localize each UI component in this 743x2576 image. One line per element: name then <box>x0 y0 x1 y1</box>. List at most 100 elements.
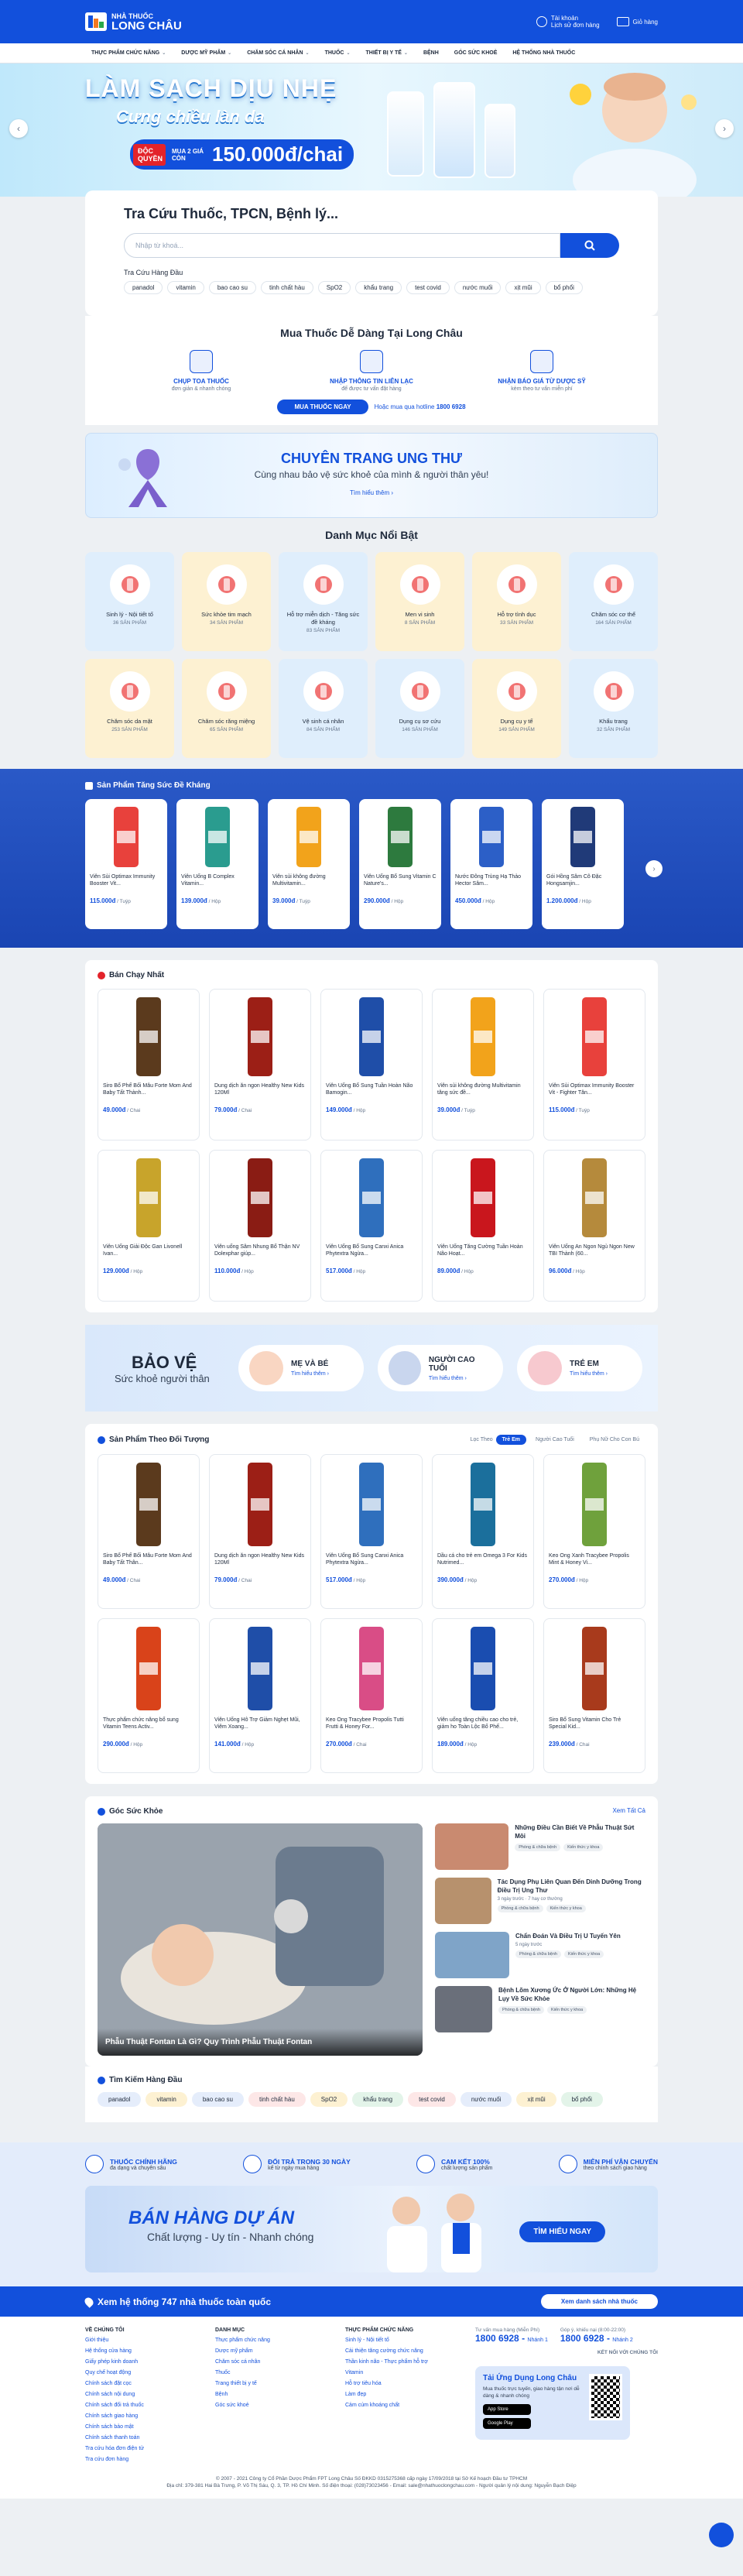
protect-card-link[interactable]: Tìm hiểu thêm › <box>570 1371 608 1377</box>
hotline-text[interactable]: Hoặc mua qua hotline 1800 6928 <box>375 403 466 410</box>
footer-link[interactable]: Chính sách nội dung <box>85 2392 201 2397</box>
footer-link[interactable]: Bệnh <box>215 2392 331 2397</box>
article-tag[interactable]: Kiến thức y khoa <box>546 2006 587 2014</box>
article-tag[interactable]: Kiến thức y khoa <box>563 1844 604 1851</box>
product-card[interactable]: Viên sủi không đường Multivitamin... 39.0… <box>268 799 350 929</box>
protect-card[interactable]: NGƯỜI CAO TUỔI Tìm hiểu thêm › <box>378 1345 503 1391</box>
top-search-chip[interactable]: xịt mũi <box>516 2092 556 2107</box>
tab-phụ-nữ-cho-con-bú[interactable]: Phụ Nữ Cho Con Bú <box>584 1435 645 1445</box>
search-input[interactable]: Nhập từ khoá... <box>124 233 560 258</box>
footer-link[interactable]: Trang thiết bị y tế <box>215 2381 331 2386</box>
footer-link[interactable]: Chính sách bảo mật <box>85 2424 201 2430</box>
footer-link[interactable]: Hệ thống cửa hàng <box>85 2348 201 2354</box>
article-tag[interactable]: Phòng & chữa bệnh <box>515 1950 561 1958</box>
footer-link[interactable]: Cảm cúm khoáng chất <box>345 2403 461 2408</box>
cancer-learn-more-link[interactable]: Tìm hiểu thêm › <box>86 489 657 496</box>
product-card[interactable]: Viên Uống Bổ Sung Vitamin C Nature's... 2… <box>359 799 441 929</box>
top-search-chip[interactable]: khẩu trang <box>352 2092 404 2107</box>
footer-link[interactable]: Tra cứu đơn hàng <box>85 2457 201 2462</box>
search-button[interactable] <box>560 233 619 258</box>
article-tag[interactable]: Kiến thức y khoa <box>563 1950 604 1958</box>
product-card[interactable]: Viên Uống Hỗ Trợ Giảm Nghẹt Mũi, Viêm Xo… <box>209 1618 311 1773</box>
top-search-chip[interactable]: bao cao su <box>191 2092 244 2107</box>
footer-link[interactable]: Thực phẩm chức năng <box>215 2338 331 2343</box>
product-card[interactable]: Gói Hồng Sâm Cô Đặc Hongsamjin... 1.200.0… <box>542 799 624 929</box>
product-card[interactable]: Keo Ong Xanh Tracybee Propolis Mint & Ho… <box>543 1454 645 1609</box>
category-card[interactable]: Chăm sóc da mặt 253 SẢN PHẨM <box>85 659 174 758</box>
promo-banner[interactable]: ‹ LÀM SẠCH DỊU NHẸ Cưng chiều làn da ĐỘC… <box>0 63 743 197</box>
account-button[interactable]: Tài khoản Lịch sử đơn hàng <box>536 15 600 29</box>
footer-link[interactable]: Quy chế hoạt động <box>85 2370 201 2375</box>
product-card[interactable]: Viên Uống An Ngon Ngủ Ngon New TBI Thành… <box>543 1150 645 1302</box>
category-card[interactable]: Men vi sinh 8 SẢN PHẨM <box>375 552 464 651</box>
article-item[interactable]: Những Điều Cần Biết Về Phẫu Thuật Sứt Mô… <box>435 1823 645 1870</box>
top-search-chip[interactable]: tinh chất hàu <box>248 2092 306 2107</box>
product-card[interactable]: Viên Uống Giải Độc Gan Livonell Ivan... 1… <box>98 1150 200 1302</box>
article-item[interactable]: Tác Dụng Phụ Liên Quan Đến Dinh Dưỡng Tr… <box>435 1878 645 1924</box>
footer-link[interactable]: Thần kinh não - Thực phẩm hỗ trợ <box>345 2359 461 2365</box>
product-card[interactable]: Viên uống Sâm Nhung Bổ Thận NV Dolexphar… <box>209 1150 311 1302</box>
product-card[interactable]: Viên sủi không đường Multivitamin tăng s… <box>432 989 534 1141</box>
protect-card-link[interactable]: Tìm hiểu thêm › <box>291 1371 329 1377</box>
footer-link[interactable]: Giấy phép kinh doanh <box>85 2359 201 2365</box>
product-card[interactable]: Viên Uống B Complex Vitamin... 139.000đ /… <box>176 799 259 929</box>
top-search-chip[interactable]: panadol <box>98 2092 142 2107</box>
category-card[interactable]: Chăm sóc răng miệng 65 SẢN PHẨM <box>182 659 271 758</box>
search-chip[interactable]: bao cao su <box>208 281 256 294</box>
category-card[interactable]: Sức khỏe tim mạch 34 SẢN PHẨM <box>182 552 271 651</box>
product-card[interactable]: Viên Uống Tăng Cường Tuần Hoàn Não Hoạt.… <box>432 1150 534 1302</box>
cart-button[interactable]: Giỏ hàng <box>616 17 658 26</box>
category-card[interactable]: Dụng cụ sơ cứu 146 SẢN PHẨM <box>375 659 464 758</box>
footer-link[interactable]: Góc sức khoẻ <box>215 2403 331 2408</box>
article-item[interactable]: Bệnh Lõm Xương Ức Ở Người Lớn: Những Hệ … <box>435 1986 645 2032</box>
category-card[interactable]: Hỗ trợ tình dục 33 SẢN PHẨM <box>472 552 561 651</box>
product-card[interactable]: Viên Uống Bổ Sung Canxi Anica Phytextra … <box>320 1150 423 1302</box>
protect-card[interactable]: TRẺ EM Tìm hiểu thêm › <box>517 1345 642 1391</box>
product-card[interactable]: Dầu cá cho trẻ em Omega 3 For Kids Nutri… <box>432 1454 534 1609</box>
category-card[interactable]: Hỗ trợ miễn dịch - Tăng sức đề kháng 83 S… <box>279 552 368 651</box>
nav-item[interactable]: CHĂM SÓC CÁ NHÂN ⌄ <box>239 50 317 56</box>
category-card[interactable]: Khẩu trang 32 SẢN PHẨM <box>569 659 658 758</box>
product-card[interactable]: Dung dịch ăn ngon Healthy New Kids 120Ml… <box>209 1454 311 1609</box>
search-chip[interactable]: nước muối <box>454 281 502 294</box>
banner-prev-button[interactable]: ‹ <box>9 119 28 138</box>
product-card[interactable]: Nước Đông Trùng Hạ Thảo Hector Sâm... 450… <box>450 799 532 929</box>
product-card[interactable]: Viên Uống Bổ Sung Canxi Anica Phytextra … <box>320 1454 423 1609</box>
logo[interactable]: NHÀ THUỐC LONG CHÂU <box>85 12 182 32</box>
article-tag[interactable]: Phòng & chữa bệnh <box>497 1905 543 1912</box>
protect-card-link[interactable]: Tìm hiểu thêm › <box>429 1376 492 1381</box>
nav-item[interactable]: THỰC PHẨM CHỨC NĂNG ⌄ <box>84 50 173 56</box>
cancer-banner[interactable]: CHUYÊN TRANG UNG THƯ Cùng nhau bảo vệ sứ… <box>85 433 658 518</box>
footer-link[interactable]: Cải thiện tăng cường chức năng <box>345 2348 461 2354</box>
buy-now-button[interactable]: MUA THUỐC NGAY <box>277 400 368 414</box>
product-card[interactable]: Viên Uống Bổ Sung Tuần Hoàn Não Bamogin.… <box>320 989 423 1141</box>
article-tag[interactable]: Phòng & chữa bệnh <box>498 2006 544 2014</box>
footer-link[interactable]: Sinh lý - Nội tiết tố <box>345 2338 461 2343</box>
product-card[interactable]: Thực phẩm chức năng bổ sung Vitamin Teen… <box>98 1618 200 1773</box>
app-store-button[interactable]: App Store <box>483 2404 531 2415</box>
top-search-chip[interactable]: test covid <box>408 2092 456 2107</box>
footer-link[interactable]: Chính sách giao hàng <box>85 2413 201 2419</box>
category-card[interactable]: Dụng cụ y tế 149 SẢN PHẨM <box>472 659 561 758</box>
top-search-chip[interactable]: SpO2 <box>310 2092 348 2107</box>
chat-bubble-icon[interactable] <box>709 2523 734 2547</box>
product-card[interactable]: Viên uống tăng chiều cao cho trẻ, giảm h… <box>432 1618 534 1773</box>
product-card[interactable]: Siro Bổ Phế Bối Mẫu Forte Mom And Baby T… <box>98 989 200 1141</box>
footer-link[interactable]: Chăm sóc cá nhân <box>215 2359 331 2365</box>
top-search-chip[interactable]: nước muối <box>460 2092 512 2107</box>
search-chip[interactable]: test covid <box>406 281 450 294</box>
featured-article[interactable]: Phẫu Thuật Fontan Là Gì? Quy Trình Phẫu … <box>98 1823 423 2056</box>
search-chip[interactable]: xịt mũi <box>505 281 541 294</box>
search-chip[interactable]: tinh chất hàu <box>260 281 313 294</box>
call-number-1[interactable]: 1800 6928 - Nhánh 1 <box>475 2333 548 2344</box>
footer-link[interactable]: Chính sách thanh toán <box>85 2435 201 2441</box>
footer-link[interactable]: Chính sách đổi trả thuốc <box>85 2403 201 2408</box>
nav-item[interactable]: HỆ THỐNG NHÀ THUỐC <box>505 50 583 56</box>
footer-link[interactable]: Dược mỹ phẩm <box>215 2348 331 2354</box>
search-chip[interactable]: vitamin <box>167 281 204 294</box>
learn-now-button[interactable]: TÌM HIỂU NGAY <box>519 2221 605 2242</box>
search-chip[interactable]: khẩu trang <box>355 281 402 294</box>
search-chip[interactable]: SpO2 <box>317 281 351 294</box>
product-card[interactable]: Siro Bổ Sung Vitamin Cho Trẻ Special Kid… <box>543 1618 645 1773</box>
view-all-link[interactable]: Xem Tất Cả <box>612 1807 645 1816</box>
